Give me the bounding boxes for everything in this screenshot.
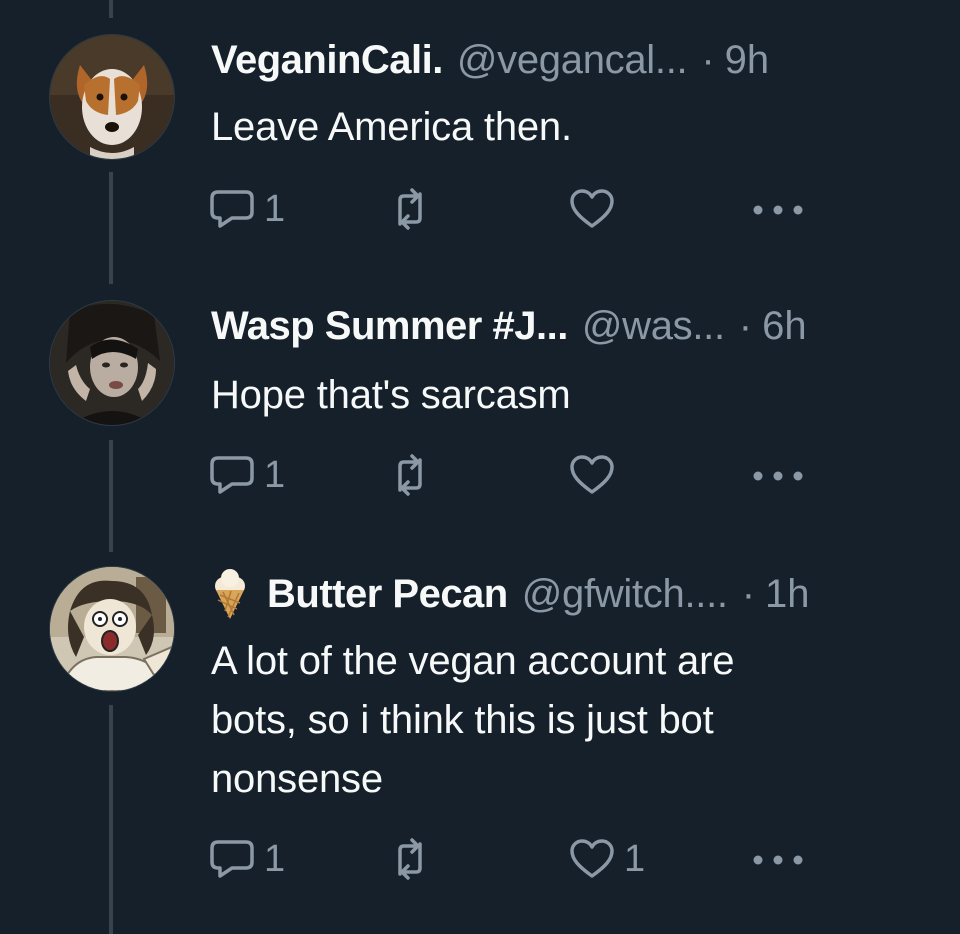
tweet-text: Hope that's sarcasm [211, 366, 880, 425]
more-options-button[interactable] [750, 184, 806, 234]
reply-button[interactable]: 1 [208, 450, 285, 500]
tweet-header: Wasp Summer #J... @was... · 6h [211, 296, 912, 356]
tweet-header: Butter Pecan @gfwitch.... · 1h [211, 564, 912, 624]
heart-icon [570, 839, 614, 878]
handle[interactable]: @gfwitch.... [522, 574, 728, 614]
timestamp[interactable]: 1h [765, 574, 810, 614]
reply-button[interactable]: 1 [208, 184, 285, 234]
like-button[interactable] [568, 184, 624, 234]
separator-dot: · [701, 38, 715, 82]
like-button[interactable] [568, 450, 624, 500]
timestamp[interactable]: 9h [725, 40, 770, 80]
retweet-button[interactable] [386, 450, 442, 500]
avatar[interactable] [49, 566, 175, 692]
cartoon-avatar-icon [50, 567, 174, 691]
reply-count: 1 [264, 453, 286, 496]
ice-cream-icon [211, 569, 249, 619]
tweet-text-line: Hope that's sarcasm [211, 373, 571, 417]
tweet-text-line: Leave America then. [211, 105, 572, 149]
tweet-text-line: bots, so i think this is just bot [211, 698, 714, 742]
reply-icon [210, 456, 254, 494]
avatar[interactable] [49, 300, 175, 426]
retweet-icon [398, 838, 422, 880]
like-count: 1 [624, 837, 646, 880]
more-options-button[interactable] [750, 834, 806, 884]
retweet-button[interactable] [386, 184, 442, 234]
action-bar: 1 [208, 184, 828, 234]
separator-dot: · [738, 304, 753, 348]
retweet-icon [398, 454, 422, 496]
display-name[interactable]: Butter Pecan [267, 574, 508, 614]
separator-dot: · [741, 572, 756, 616]
reply-button[interactable]: 1 [208, 834, 285, 884]
action-bar: 1 [208, 450, 828, 500]
heart-icon [570, 189, 614, 228]
retweet-icon [398, 188, 422, 230]
reply-icon [210, 190, 254, 228]
tweet-text: Leave America then. [211, 98, 880, 157]
tweet-text-line: A lot of the vegan account are [211, 639, 735, 683]
more-options-button[interactable] [750, 450, 806, 500]
display-name[interactable]: Wasp Summer #J... [211, 306, 568, 346]
tweet-2[interactable]: Wasp Summer #J... @was... · 6h Hope that… [0, 268, 960, 528]
like-button[interactable]: 1 [568, 834, 645, 884]
person-photo-avatar-icon [50, 301, 174, 425]
handle[interactable]: @vegancal... [457, 40, 688, 80]
timestamp[interactable]: 6h [762, 306, 807, 346]
more-icon [753, 855, 803, 865]
reply-count: 1 [264, 837, 286, 880]
heart-icon [570, 455, 614, 494]
retweet-button[interactable] [386, 834, 442, 884]
avatar[interactable] [49, 34, 175, 160]
action-bar: 1 1 [208, 834, 828, 884]
tweet-1[interactable]: VeganinCali. @vegancal... · 9h Leave Ame… [0, 0, 960, 260]
display-name[interactable]: VeganinCali. [211, 40, 443, 80]
reply-count: 1 [264, 187, 286, 230]
more-icon [753, 205, 803, 215]
handle[interactable]: @was... [582, 306, 725, 346]
tweet-text-line: nonsense [211, 757, 383, 801]
tweet-header: VeganinCali. @vegancal... · 9h [211, 30, 912, 90]
dog-avatar-icon [50, 35, 174, 159]
tweet-3[interactable]: Butter Pecan @gfwitch.... · 1h A lot of … [0, 532, 960, 934]
more-icon [753, 471, 803, 481]
reply-icon [210, 840, 254, 878]
tweet-text: A lot of the vegan account are bots, so … [211, 632, 880, 809]
